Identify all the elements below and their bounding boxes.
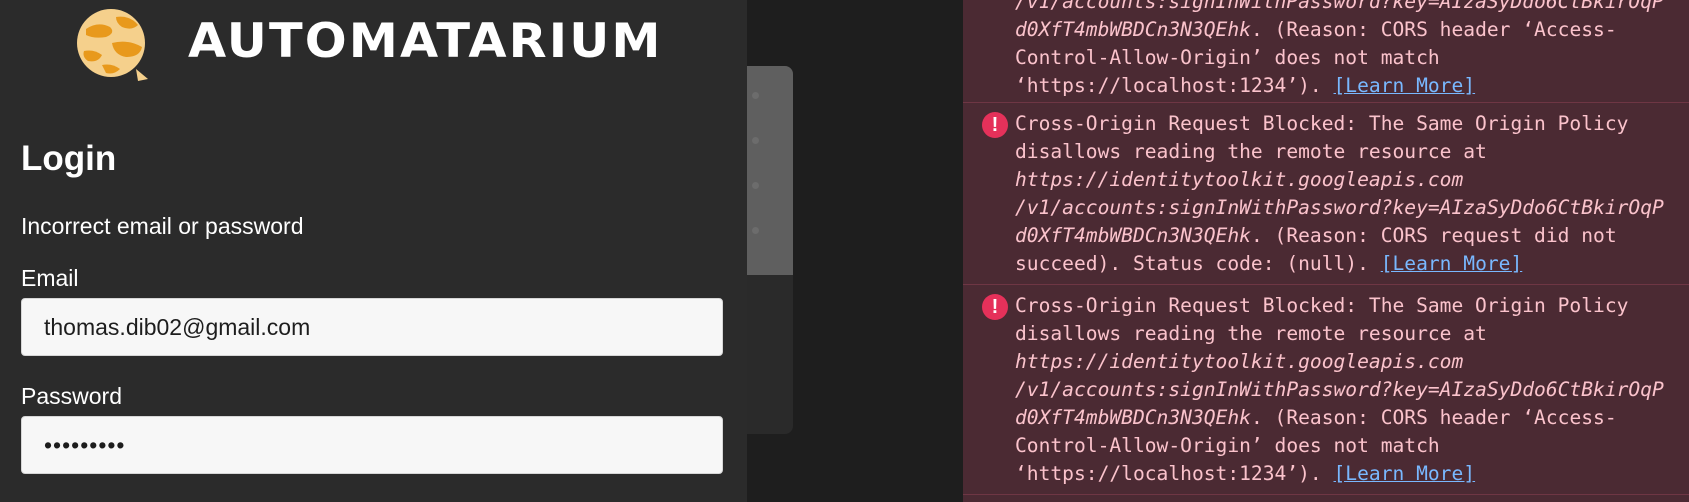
console-line: d0XfT4mbWBDCn3N3QEhk. (Reason: CORS requ… (1015, 224, 1617, 247)
console-line: Control-Allow-Origin’ does not match (1015, 46, 1440, 69)
background-dot (752, 182, 759, 189)
brand-name: AUTOMATARIUM (188, 14, 663, 69)
console-line: Cross-Origin Request Blocked: The Same O… (1015, 112, 1629, 135)
console-line: d0XfT4mbWBDCn3N3QEhk. (Reason: CORS head… (1015, 18, 1617, 41)
login-error-message: Incorrect email or password (21, 213, 304, 239)
password-label: Password (21, 383, 122, 409)
console-line: succeed). Status code: (null). [Learn Mo… (1015, 252, 1523, 275)
learn-more-link[interactable]: [Learn More] (1334, 74, 1476, 97)
console-line: disallows reading the remote resource at (1015, 322, 1487, 345)
background-dot (752, 92, 759, 99)
console-line: /v1/accounts:signInWithPassword?key=AIza… (1015, 378, 1664, 401)
browser-console-panel: /v1/accounts:signInWithPassword?key=AIza… (963, 0, 1689, 502)
console-line: /v1/accounts:signInWithPassword?key=AIza… (1015, 0, 1664, 13)
console-line: ‘https://localhost:1234’). [Learn More] (1015, 74, 1476, 97)
learn-more-link[interactable]: [Learn More] (1334, 462, 1476, 485)
email-label: Email (21, 265, 79, 291)
exclamation-circle-icon: ! (982, 112, 1008, 138)
password-field[interactable] (21, 416, 723, 474)
planet-logo-icon (77, 9, 148, 81)
console-line: Cross-Origin Request Blocked: The Same O… (1015, 294, 1629, 317)
console-line: disallows reading the remote resource at (1015, 140, 1487, 163)
background-dot (752, 227, 759, 234)
console-error-message[interactable]: /v1/accounts:signInWithPassword?key=AIza… (963, 0, 1689, 103)
page-title: Login (21, 139, 117, 178)
email-field[interactable] (21, 298, 723, 356)
background-dot (752, 137, 759, 144)
login-panel: AUTOMATARIUM Login Incorrect email or pa… (0, 0, 747, 502)
console-line: ‘https://localhost:1234’). [Learn More] (1015, 462, 1476, 485)
console-error-message[interactable]: ! Cross-Origin Request Blocked: The Same… (963, 285, 1689, 495)
console-line: https://identitytoolkit.googleapis.com (1015, 168, 1464, 191)
console-line: /v1/accounts:signInWithPassword?key=AIza… (1015, 196, 1664, 219)
console-line: Control-Allow-Origin’ does not match (1015, 434, 1440, 457)
exclamation-circle-icon: ! (982, 294, 1008, 320)
console-line: https://identitytoolkit.googleapis.com (1015, 350, 1464, 373)
learn-more-link[interactable]: [Learn More] (1381, 252, 1523, 275)
console-line: d0XfT4mbWBDCn3N3QEhk. (Reason: CORS head… (1015, 406, 1617, 429)
console-error-message[interactable]: ! Cross-Origin Request Blocked: The Same… (963, 103, 1689, 285)
